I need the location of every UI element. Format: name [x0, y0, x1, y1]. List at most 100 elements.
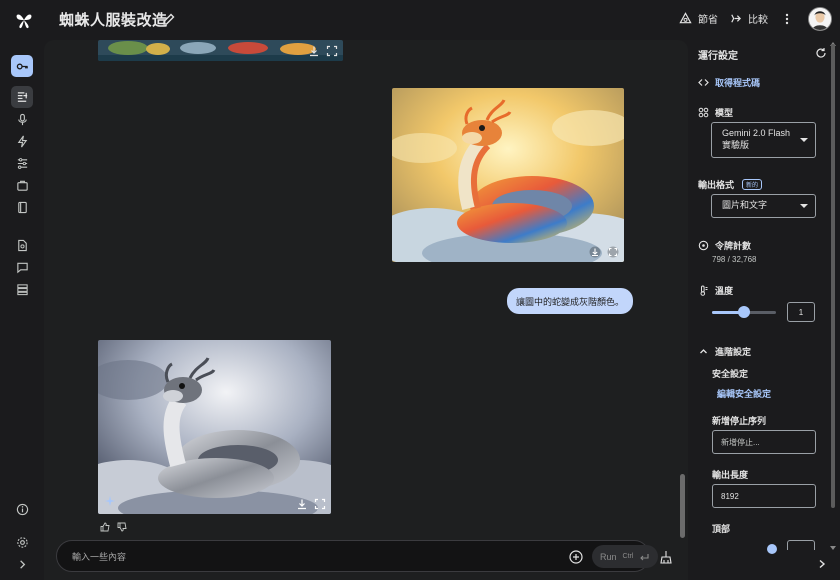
top-bar: 蜘蛛人服裝改造 節省 比較	[0, 0, 840, 40]
get-code-link[interactable]: 取得程式碼	[698, 76, 760, 89]
rail-prompt-gallery[interactable]	[11, 234, 33, 256]
rail-feedback[interactable]	[11, 256, 33, 278]
feedback-icon	[16, 262, 28, 273]
stop-sequence-label: 新增停止序列	[712, 416, 767, 426]
rail-generate[interactable]	[11, 130, 33, 152]
run-shortcut: Ctrl	[622, 553, 634, 560]
rail-expand[interactable]	[11, 553, 33, 575]
rail-chat[interactable]	[11, 86, 33, 108]
info-icon	[16, 503, 28, 515]
enter-icon	[640, 553, 649, 560]
bag-icon	[16, 180, 28, 191]
download-icon[interactable]	[296, 498, 308, 510]
edit-icon[interactable]	[162, 12, 176, 26]
output-format-value: 圖片和文字	[722, 200, 768, 210]
code-icon	[698, 79, 709, 86]
mic-icon	[17, 113, 27, 125]
model-icon	[698, 107, 709, 118]
storage-icon	[16, 283, 28, 295]
prompt-input-container: Run Ctrl	[56, 540, 658, 572]
compare-button[interactable]: 比較	[729, 11, 768, 26]
rail-docs[interactable]	[11, 196, 33, 218]
token-count-section: 令牌計數	[698, 239, 751, 252]
thermometer-icon	[700, 285, 708, 296]
top-p-input[interactable]	[787, 540, 815, 550]
top-p-slider-thumb[interactable]	[767, 544, 777, 554]
fullscreen-icon[interactable]	[314, 498, 326, 510]
expand-icon[interactable]	[816, 558, 828, 570]
get-code-label: 取得程式碼	[715, 78, 761, 88]
chevron-down-icon	[800, 138, 808, 142]
add-icon[interactable]	[569, 550, 583, 564]
edit-safety-link[interactable]: 編輯安全設定	[717, 387, 771, 400]
model-section: 模型	[698, 106, 733, 119]
panel-scrollbar[interactable]	[831, 44, 835, 508]
rail-api-key[interactable]	[11, 55, 33, 77]
rail-storage[interactable]	[11, 278, 33, 300]
download-icon[interactable]	[308, 45, 320, 57]
avatar[interactable]	[808, 7, 832, 31]
model-value: Gemini 2.0 Flash 實驗版	[722, 128, 791, 150]
run-label: Run	[600, 551, 617, 562]
grayscale-snake-image[interactable]	[98, 340, 331, 514]
run-button[interactable]: Run Ctrl	[592, 545, 658, 568]
chevron-up-icon	[700, 349, 707, 354]
left-rail	[0, 40, 44, 580]
save-label: 節省	[698, 15, 718, 26]
prompt-input[interactable]	[72, 548, 532, 566]
chevron-down-icon	[800, 204, 808, 208]
key-icon	[16, 63, 28, 69]
tune-icon	[17, 157, 27, 169]
rail-stream[interactable]	[11, 108, 33, 130]
compare-label: 比較	[748, 15, 768, 26]
logo-icon[interactable]	[14, 10, 34, 30]
save-icon	[679, 12, 692, 24]
temperature-section: 溫度	[698, 284, 733, 297]
sparkle-icon	[105, 496, 115, 506]
rail-settings[interactable]	[11, 531, 33, 553]
fullscreen-icon[interactable]	[326, 45, 338, 57]
output-format-label: 輸出格式	[698, 180, 735, 190]
thumb-up-icon[interactable]	[100, 522, 110, 532]
top-p-label: 頂部	[712, 524, 731, 534]
output-length-input[interactable]: 8192	[712, 484, 816, 508]
temperature-slider[interactable]	[712, 306, 776, 318]
page-title: 蜘蛛人服裝改造	[59, 12, 168, 29]
broom-icon[interactable]	[659, 550, 673, 564]
save-button[interactable]: 節省	[679, 11, 718, 26]
rail-tune[interactable]	[11, 152, 33, 174]
temperature-label: 溫度	[715, 286, 734, 296]
stop-sequence-input[interactable]: 新增停止...	[712, 430, 816, 454]
run-settings-panel: 運行設定 取得程式碼 模型 Gemini 2.0 Flash 實驗版 輸出格式 …	[688, 40, 840, 580]
output-format-select[interactable]: 圖片和文字	[711, 194, 816, 218]
fullscreen-icon[interactable]	[607, 246, 619, 258]
refresh-icon[interactable]	[815, 47, 827, 59]
download-icon[interactable]	[589, 246, 601, 258]
chat-area: 讓圖中的蛇變成灰階顏色。 輸入一些內容 Run Ctrl	[44, 40, 688, 580]
new-badge: 新的	[742, 179, 763, 190]
settings-icon	[16, 536, 28, 548]
output-format-section: 輸出格式 新的	[698, 178, 763, 191]
rail-info[interactable]	[11, 498, 33, 520]
settings-title: 運行設定	[698, 51, 738, 62]
rail-library[interactable]	[11, 174, 33, 196]
colorful-snake-image[interactable]	[392, 88, 624, 262]
advanced-label: 進階設定	[715, 347, 752, 357]
doc-search-icon	[17, 239, 27, 251]
chat-icon	[17, 91, 27, 102]
advanced-settings-toggle[interactable]: 進階設定	[698, 345, 751, 358]
model-select[interactable]: Gemini 2.0 Flash 實驗版	[711, 122, 816, 158]
previous-image[interactable]	[98, 40, 343, 61]
expand-icon	[19, 559, 25, 569]
temperature-slider-thumb[interactable]	[738, 306, 750, 318]
model-label: 模型	[715, 108, 734, 118]
token-icon	[698, 240, 709, 251]
panel-scroll-down[interactable]	[830, 546, 836, 550]
bolt-icon	[17, 135, 27, 147]
safety-label: 安全設定	[712, 369, 749, 379]
chat-scrollbar[interactable]	[680, 474, 685, 538]
book-icon	[17, 201, 27, 213]
thumb-down-icon[interactable]	[117, 522, 127, 532]
temperature-input[interactable]: 1	[787, 302, 815, 322]
more-icon[interactable]	[780, 12, 794, 26]
